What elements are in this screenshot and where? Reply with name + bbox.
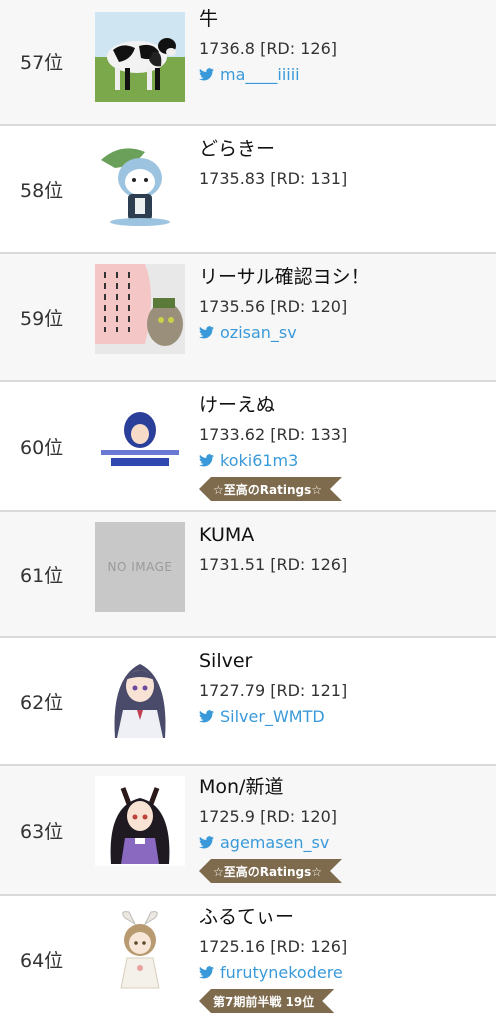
twitter-link[interactable]: Silver_WMTD [220, 707, 325, 726]
player-name: どらきー [199, 138, 276, 160]
player-name: Silver [199, 650, 253, 672]
character-avatar-image [95, 138, 185, 228]
twitter-link[interactable]: agemasen_sv [220, 833, 329, 852]
twitter-icon [199, 965, 214, 978]
ranking-row[interactable]: 57位 牛 1736.8 [RD: 126] ma____iiiii [0, 0, 496, 126]
avatar [95, 396, 185, 486]
player-rating: 1731.51 [RD: 126] [199, 555, 348, 574]
avatar [95, 908, 185, 998]
achievement-badge: ☆至高のRatings☆ [199, 477, 342, 501]
twitter-link[interactable]: koki61m3 [220, 451, 298, 470]
meme-avatar-image [95, 264, 185, 354]
avatar: NO IMAGE [95, 522, 185, 612]
ranking-row[interactable]: 64位 ふるてぃー 1725.16 [RD: 126] furutynekode… [0, 896, 496, 1024]
avatar [95, 12, 185, 102]
ranking-list: 57位 牛 1736.8 [RD: 126] ma____iiiii 58位 ど… [0, 0, 496, 1024]
twitter-icon [199, 325, 214, 338]
player-rating: 1735.83 [RD: 131] [199, 169, 348, 188]
character-logo-avatar-image [95, 396, 185, 486]
player-name: ふるてぃー [199, 906, 295, 928]
rank-label: 60位 [20, 436, 64, 459]
anime-girl-avatar-image [95, 650, 185, 740]
twitter-link[interactable]: furutynekodere [220, 963, 343, 982]
no-image-placeholder: NO IMAGE [95, 522, 185, 612]
ranking-row[interactable]: 59位 リーサル確認ヨシ！ 1735.56 [RD: 120] ozisan_s… [0, 254, 496, 382]
rank-label: 57位 [20, 51, 64, 74]
player-name: Mon/新道 [199, 776, 284, 798]
twitter-icon [199, 709, 214, 722]
player-name: けーえぬ [199, 394, 276, 416]
player-name: リーサル確認ヨシ！ [199, 266, 370, 288]
player-name: KUMA [199, 524, 255, 546]
twitter-link[interactable]: ozisan_sv [220, 323, 297, 342]
avatar [95, 138, 185, 228]
ranking-row[interactable]: 62位 Silver 1727.79 [RD: 121] Silver_WMTD [0, 638, 496, 766]
player-rating: 1725.16 [RD: 126] [199, 937, 348, 956]
twitter-icon [199, 835, 214, 848]
player-rating: 1725.9 [RD: 120] [199, 807, 338, 826]
achievement-badge: ☆至高のRatings☆ [199, 859, 342, 883]
player-rating: 1733.62 [RD: 133] [199, 425, 348, 444]
avatar [95, 264, 185, 354]
avatar [95, 650, 185, 740]
player-name: 牛 [199, 8, 219, 30]
chibi-avatar-image [95, 908, 185, 998]
player-rating: 1735.56 [RD: 120] [199, 297, 348, 316]
twitter-link[interactable]: ma____iiiii [220, 65, 300, 84]
cow-avatar-image [95, 12, 185, 102]
player-rating: 1736.8 [RD: 126] [199, 39, 338, 58]
rank-label: 63位 [20, 820, 64, 843]
twitter-icon [199, 67, 214, 80]
ranking-row[interactable]: 63位 Mon/新道 1725.9 [RD: 120] agemasen_sv … [0, 766, 496, 896]
avatar [95, 776, 185, 866]
achievement-badge: 第7期前半戦 19位 [199, 989, 334, 1013]
twitter-icon [199, 453, 214, 466]
rank-label: 62位 [20, 691, 64, 714]
rank-label: 64位 [20, 949, 64, 972]
rank-label: 58位 [20, 179, 64, 202]
ranking-row[interactable]: 60位 けーえぬ 1733.62 [RD: 133] koki61m3 ☆至高の… [0, 382, 496, 512]
anime-horse-girl-avatar-image [95, 776, 185, 866]
rank-label: 61位 [20, 564, 64, 587]
ranking-row[interactable]: 58位 どらきー 1735.83 [RD: 131] [0, 126, 496, 254]
rank-label: 59位 [20, 307, 64, 330]
ranking-row[interactable]: 61位 NO IMAGE KUMA 1731.51 [RD: 126] [0, 512, 496, 638]
player-rating: 1727.79 [RD: 121] [199, 681, 348, 700]
